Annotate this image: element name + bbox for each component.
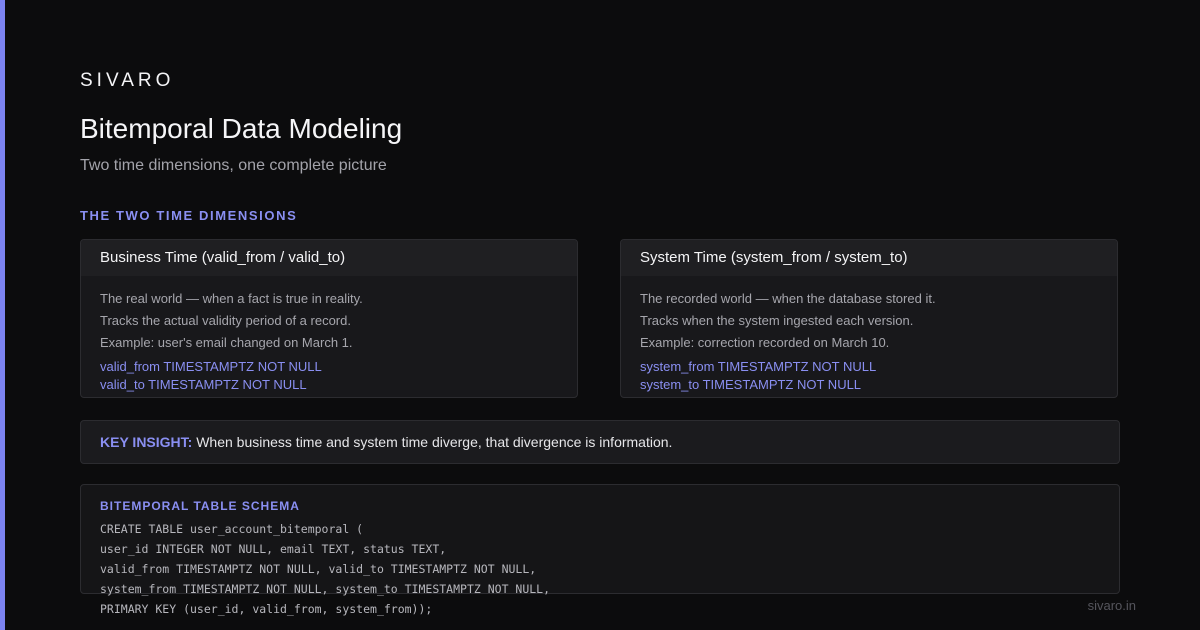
- card-line: The recorded world — when the database s…: [640, 291, 936, 306]
- brand-logo: SIVARO: [80, 70, 175, 91]
- code-line: CREATE TABLE user_account_bitemporal (: [100, 522, 364, 536]
- code-line: user_id INTEGER NOT NULL, email TEXT, st…: [100, 542, 447, 556]
- code-line: valid_to TIMESTAMPTZ NOT NULL: [100, 377, 307, 392]
- code-line: valid_from TIMESTAMPTZ NOT NULL: [100, 359, 322, 374]
- insight-text: When business time and system time diver…: [196, 434, 673, 450]
- key-insight-box: KEY INSIGHT: When business time and syst…: [80, 420, 1120, 464]
- card-line: Example: user's email changed on March 1…: [100, 335, 353, 350]
- page-title: Bitemporal Data Modeling: [80, 113, 403, 144]
- schema-label: BITEMPORAL TABLE SCHEMA: [100, 499, 300, 513]
- card-line: Tracks the actual validity period of a r…: [100, 313, 351, 328]
- code-line: PRIMARY KEY (user_id, valid_from, system…: [100, 602, 433, 616]
- page-subtitle: Two time dimensions, one complete pictur…: [80, 157, 387, 174]
- insight-label: KEY INSIGHT:: [100, 434, 193, 450]
- schema-code: CREATE TABLE user_account_bitemporal ( u…: [100, 519, 550, 619]
- code-line: system_from TIMESTAMPTZ NOT NULL, system…: [100, 582, 551, 596]
- card-title: System Time (system_from / system_to): [621, 240, 1117, 276]
- card-code: system_from TIMESTAMPTZ NOT NULL system_…: [640, 358, 1098, 394]
- card-line: The real world — when a fact is true in …: [100, 291, 363, 306]
- accent-bar: [0, 0, 5, 630]
- card-line: Tracks when the system ingested each ver…: [640, 313, 914, 328]
- card-title: Business Time (valid_from / valid_to): [81, 240, 577, 276]
- code-line: valid_from TIMESTAMPTZ NOT NULL, valid_t…: [100, 562, 537, 576]
- business-time-card: Business Time (valid_from / valid_to) Th…: [80, 239, 578, 398]
- code-line: system_to TIMESTAMPTZ NOT NULL: [640, 377, 862, 392]
- card-body: The recorded world — when the database s…: [621, 276, 1117, 394]
- footer-url: sivaro.in: [1087, 598, 1136, 613]
- system-time-card: System Time (system_from / system_to) Th…: [620, 239, 1118, 398]
- card-code: valid_from TIMESTAMPTZ NOT NULL valid_to…: [100, 358, 558, 394]
- slide: SIVARO Bitemporal Data Modeling Two time…: [0, 0, 1200, 630]
- card-line: Example: correction recorded on March 10…: [640, 335, 890, 350]
- card-body: The real world — when a fact is true in …: [81, 276, 577, 394]
- section-label: THE TWO TIME DIMENSIONS: [80, 208, 298, 223]
- code-line: system_from TIMESTAMPTZ NOT NULL: [640, 359, 877, 374]
